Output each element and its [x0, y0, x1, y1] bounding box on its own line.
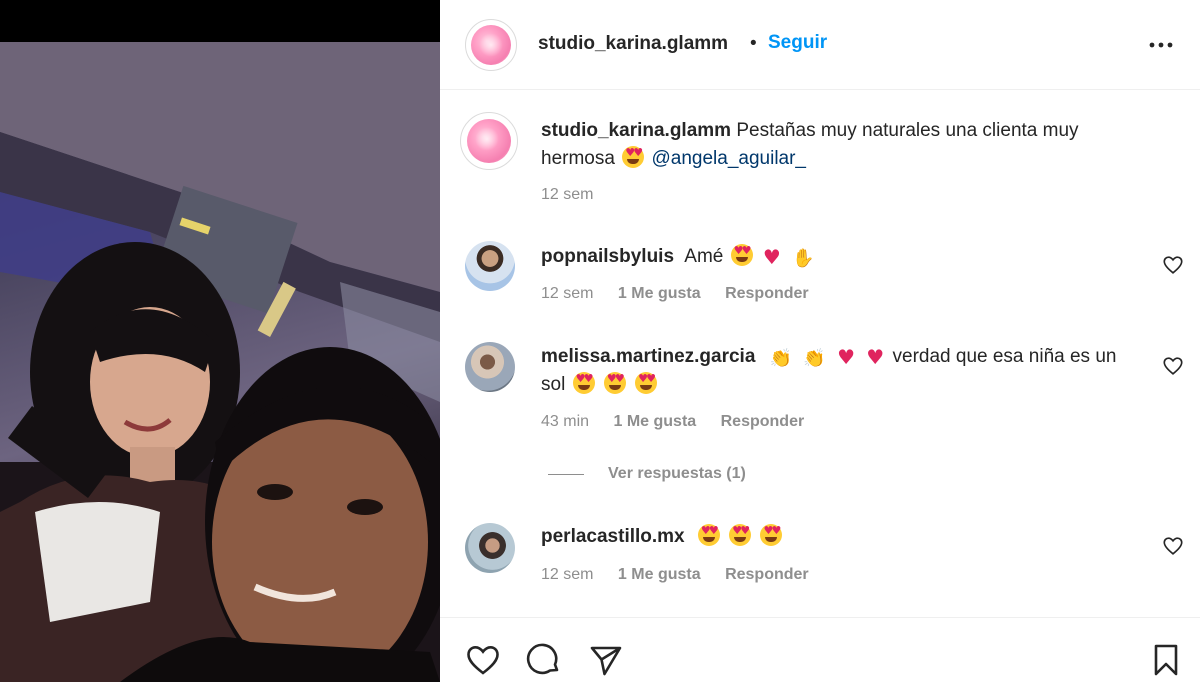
heart-eyes-emoji — [730, 244, 753, 266]
reply-button[interactable]: Responder — [721, 413, 805, 430]
caption-username[interactable]: studio_karina.glamm — [541, 120, 731, 141]
bookmark-icon[interactable] — [1148, 642, 1184, 678]
commenter-avatar[interactable] — [465, 241, 515, 291]
post-header: studio_karina.glamm • Seguir — [440, 0, 1200, 90]
comment-text: perlacastillo.mx — [541, 523, 1141, 551]
reply-button[interactable]: Responder — [725, 285, 809, 302]
reply-button[interactable]: Responder — [725, 566, 809, 583]
heart-icon[interactable] — [465, 642, 501, 678]
like-comment-heart-icon[interactable] — [1162, 254, 1184, 276]
replies-divider — [548, 473, 584, 475]
comment-text: melissa.martinez.garcia 👏 👏 ♥ ♥ verdad q… — [541, 343, 1121, 399]
comment-meta: 12 sem 1 Me gusta Responder — [541, 566, 809, 584]
caption-mention[interactable]: @angela_aguilar_ — [651, 148, 806, 169]
separator-dot: • — [750, 33, 757, 54]
clapping-hands-emoji: 👏 — [769, 348, 793, 369]
selfie-scene — [0, 42, 440, 682]
red-heart-emoji: ♥ — [837, 345, 856, 369]
comments-list[interactable]: studio_karina.glamm Pestañas muy natural… — [440, 91, 1200, 617]
follow-button[interactable]: Seguir — [768, 32, 827, 54]
photo-top-bar — [0, 0, 440, 42]
heart-eyes-emoji — [729, 524, 752, 546]
comment-time[interactable]: 12 sem — [541, 566, 593, 583]
comment-text: popnailsbyluis Amé ♥ ✋ — [541, 243, 1141, 271]
selfie-illustration — [0, 42, 440, 682]
heart-eyes-emoji — [697, 524, 720, 546]
heart-eyes-emoji — [603, 372, 626, 394]
account-username[interactable]: studio_karina.glamm — [538, 33, 728, 55]
comment-username[interactable]: melissa.martinez.garcia — [541, 346, 755, 367]
caption-text: studio_karina.glamm Pestañas muy natural… — [541, 117, 1141, 173]
comment-icon[interactable] — [526, 642, 562, 678]
heart-eyes-emoji — [760, 524, 783, 546]
view-replies-button[interactable]: Ver respuestas (1) — [548, 465, 746, 483]
commenter-avatar[interactable] — [465, 342, 515, 392]
comment-time[interactable]: 12 sem — [541, 285, 593, 302]
caption-time[interactable]: 12 sem — [541, 186, 593, 204]
red-heart-emoji: ♥ — [866, 345, 885, 369]
comment-username[interactable]: perlacastillo.mx — [541, 526, 685, 547]
view-replies-label: Ver respuestas (1) — [608, 465, 746, 482]
comment-likes[interactable]: 1 Me gusta — [613, 413, 696, 430]
like-comment-heart-icon[interactable] — [1162, 535, 1184, 557]
comment-meta: 12 sem 1 Me gusta Responder — [541, 285, 809, 303]
caption-avatar[interactable] — [460, 112, 518, 170]
red-heart-emoji: ♥ — [762, 245, 781, 269]
heart-eyes-emoji — [622, 146, 645, 168]
like-comment-heart-icon[interactable] — [1162, 355, 1184, 377]
clapping-hands-emoji: 👏 — [803, 348, 826, 369]
account-avatar[interactable] — [465, 19, 517, 71]
heart-eyes-emoji — [635, 372, 658, 394]
post-action-bar — [440, 617, 1200, 682]
comment-meta: 43 min 1 Me gusta Responder — [541, 413, 804, 431]
share-icon[interactable] — [588, 642, 624, 678]
commenter-avatar[interactable] — [465, 523, 515, 573]
more-horizontal-icon[interactable] — [1146, 30, 1176, 60]
post-photo[interactable] — [0, 0, 440, 682]
comment-username[interactable]: popnailsbyluis — [541, 246, 674, 267]
comment-likes[interactable]: 1 Me gusta — [618, 285, 701, 302]
comment-likes[interactable]: 1 Me gusta — [618, 566, 701, 583]
post-side-panel: studio_karina.glamm • Seguir studio_kari… — [440, 0, 1200, 682]
comment-body: Amé — [684, 246, 724, 267]
raising-hands-emoji: ✋ — [792, 248, 815, 269]
comment-time[interactable]: 43 min — [541, 413, 589, 430]
heart-eyes-emoji — [572, 372, 595, 394]
